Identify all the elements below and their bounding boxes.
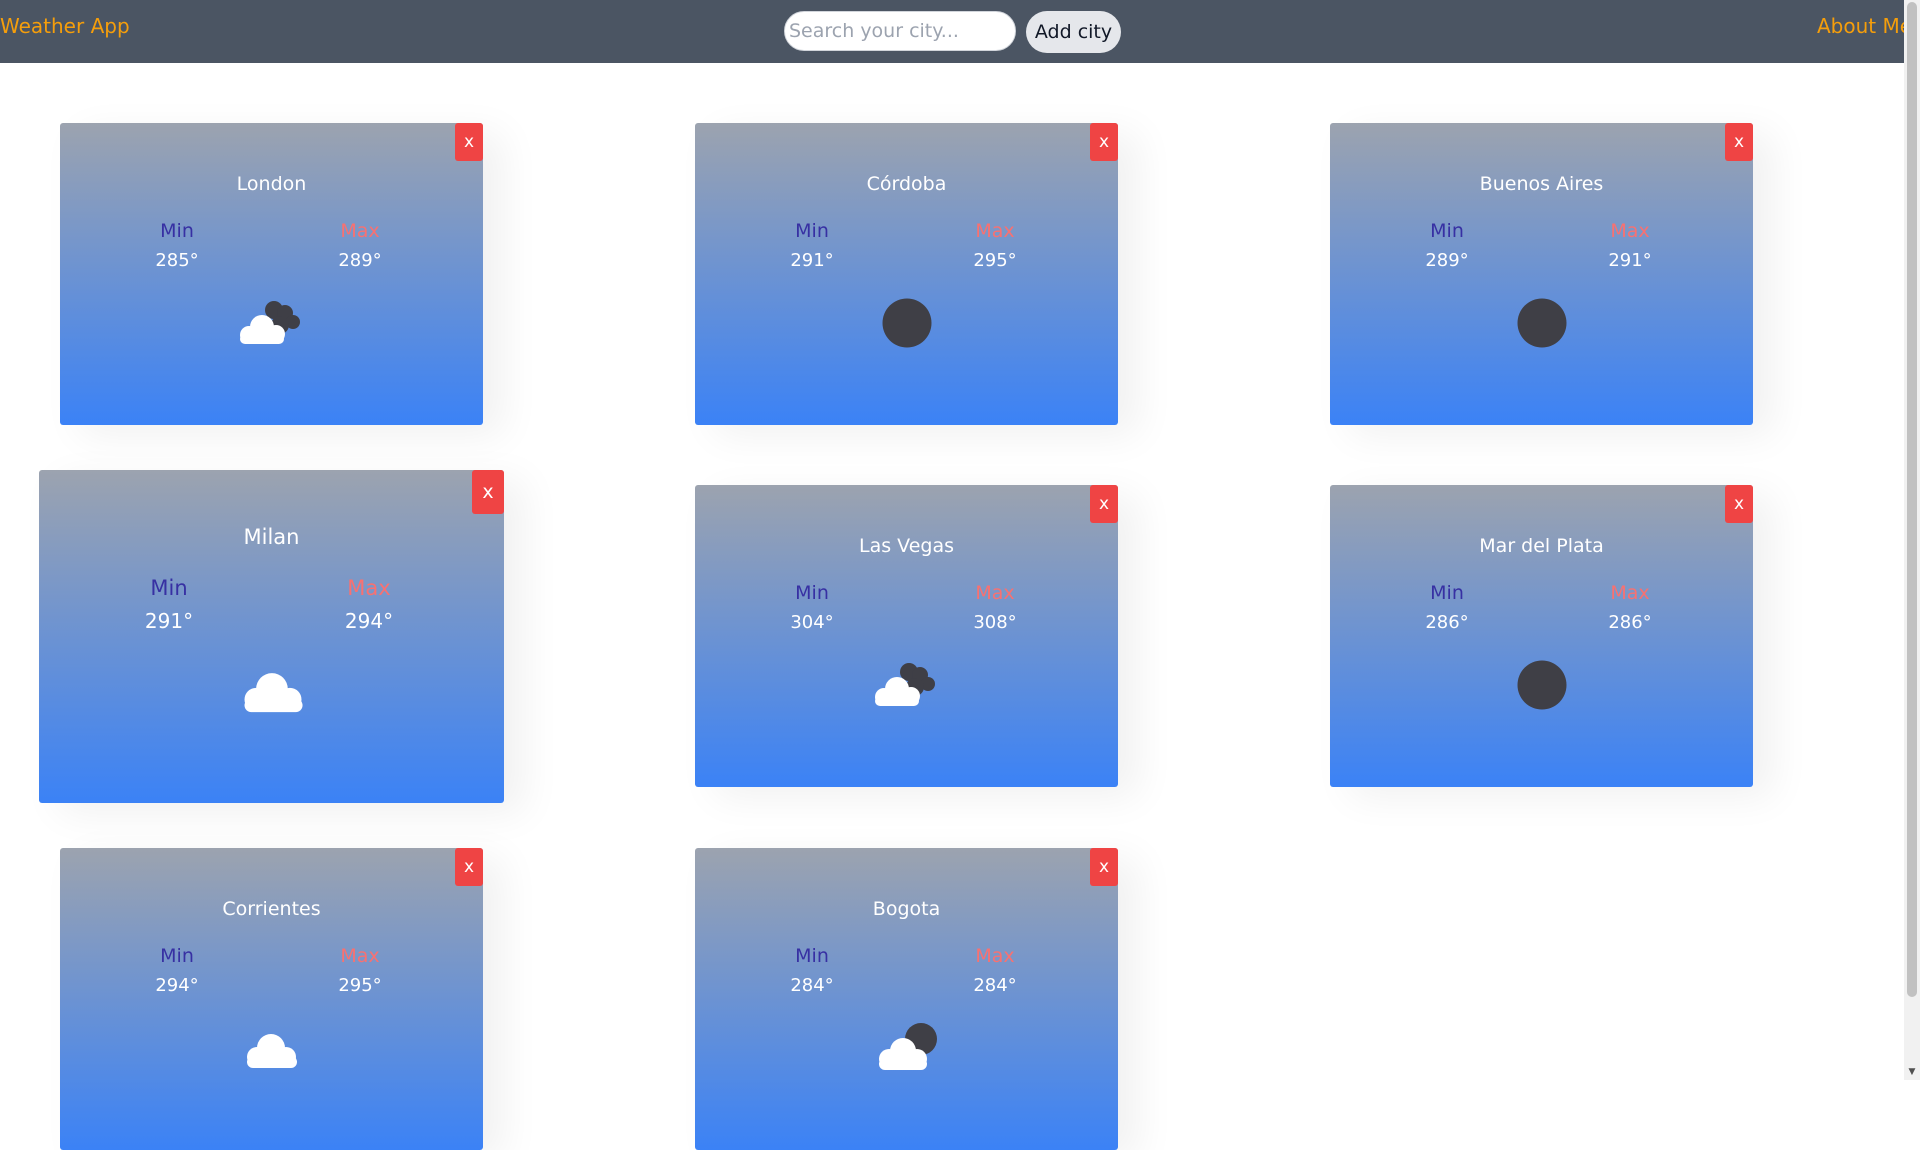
city-name: Córdoba [866,173,947,195]
max-temp-value: 294° [344,609,394,633]
remove-city-button[interactable]: x [1090,485,1118,523]
city-name: Corrientes [222,898,321,920]
remove-city-button[interactable]: x [1725,123,1753,161]
min-temp-value: 291° [790,250,834,271]
max-temp-label: Max [347,576,391,600]
max-temp-label: Max [975,220,1015,242]
max-temp-label: Max [1610,220,1650,242]
city-search-input[interactable] [784,11,1016,51]
max-temp-label: Max [975,582,1015,604]
city-name: Milan [243,525,300,549]
scroll-down-arrow-icon[interactable]: ▼ [1904,1064,1920,1080]
city-card-cordoba: x Córdoba Min 291° Max 295° [695,123,1118,425]
remove-city-button[interactable]: x [455,848,483,886]
city-card-buenos-aires: x Buenos Aires Min 289° Max 291° [1330,123,1753,425]
max-temp-value: 295° [338,975,382,996]
about-me-link[interactable]: About Me [1817,14,1912,38]
page-scrollbar[interactable]: ▼ [1904,0,1920,1080]
city-card-mar-del-plata: x Mar del Plata Min 286° Max 286° [1330,485,1753,787]
max-temp-value: 286° [1608,612,1652,633]
partly-cloudy-night-icon [240,301,300,344]
cloud-icon [247,1034,297,1068]
clear-night-icon [1517,298,1567,348]
city-card-milan: x Milan Min 291° Max 294° [39,470,504,803]
min-temp-label: Min [1430,582,1464,604]
remove-city-button[interactable]: x [1725,485,1753,523]
city-name: Mar del Plata [1479,535,1604,557]
remove-city-button[interactable]: x [1090,848,1118,886]
remove-city-button[interactable]: x [472,470,504,514]
city-name: Bogota [872,898,941,920]
min-temp-label: Min [160,220,194,242]
city-name: Buenos Aires [1479,173,1604,195]
max-temp-value: 284° [973,975,1017,996]
min-temp-label: Min [795,220,829,242]
max-temp-label: Max [340,220,380,242]
max-temp-value: 295° [973,250,1017,271]
min-temp-label: Min [795,582,829,604]
remove-city-button[interactable]: x [1090,123,1118,161]
add-city-button[interactable]: Add city [1026,11,1121,53]
partly-cloudy-night-icon [875,663,935,706]
min-temp-value: 304° [790,612,834,633]
max-temp-value: 308° [973,612,1017,633]
city-card-bogota: x Bogota Min 284° Max 284° [695,848,1118,1150]
min-temp-label: Min [160,945,194,967]
remove-city-button[interactable]: x [455,123,483,161]
city-name: Las Vegas [859,535,954,557]
app-title-link[interactable]: Weather App [0,14,130,38]
max-temp-value: 291° [1608,250,1652,271]
min-temp-value: 284° [790,975,834,996]
min-temp-value: 285° [155,250,199,271]
cloud-icon [244,673,303,713]
max-temp-label: Max [1610,582,1650,604]
min-temp-label: Min [795,945,829,967]
min-temp-value: 289° [1425,250,1469,271]
min-temp-value: 291° [144,609,194,633]
cloud-moon-icon [879,1023,937,1070]
clear-night-icon [1517,660,1567,710]
max-temp-label: Max [975,945,1015,967]
city-card-las-vegas: x Las Vegas Min 304° Max 308° [695,485,1118,787]
max-temp-label: Max [340,945,380,967]
city-card-corrientes: x Corrientes Min 294° Max 295° [60,848,483,1150]
min-temp-label: Min [1430,220,1464,242]
max-temp-value: 289° [338,250,382,271]
min-temp-label: Min [150,576,188,600]
city-name: London [236,173,307,195]
clear-night-icon [882,298,932,348]
top-navbar: Weather App Add city About Me [0,0,1912,63]
city-card-london: x London Min 285° Max 289° [60,123,483,425]
min-temp-value: 294° [155,975,199,996]
scrollbar-thumb[interactable] [1907,2,1917,997]
min-temp-value: 286° [1425,612,1469,633]
